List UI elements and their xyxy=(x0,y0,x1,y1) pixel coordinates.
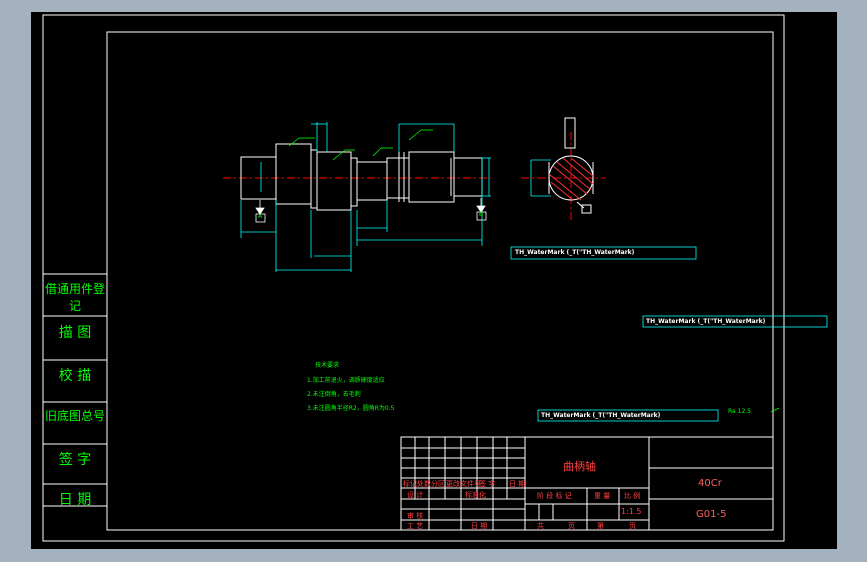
tech-note-item: 3.未注圆角半径R2，圆角R为0.5 xyxy=(307,405,395,412)
watermark-boxes xyxy=(510,246,828,422)
rev-header-zone: 分区 xyxy=(431,480,445,488)
rev-header-date: 日 期 xyxy=(509,480,526,488)
ratio-label: 比 例 xyxy=(624,492,641,500)
rev-header-count: 处数 xyxy=(417,480,431,488)
leader-lines xyxy=(288,129,780,413)
tech-note-item: 2.未注倒角，去毛刺 xyxy=(307,391,361,398)
side-label-check: 校 描 xyxy=(58,368,92,384)
drawing-number: G01-5 xyxy=(696,509,727,520)
side-label-registration: 借通用件登记 xyxy=(44,282,105,313)
tech-note-item: 1.加工前退火，调质硬度适应 xyxy=(307,377,385,384)
rev-header-sign: 签 字 xyxy=(479,480,496,488)
date-label: 日 期 xyxy=(471,522,488,530)
material-label: 40Cr xyxy=(698,478,722,489)
datum-label-a: A xyxy=(258,213,263,220)
side-label-old-number: 旧底图总号 xyxy=(44,409,105,423)
process-label: 工 艺 xyxy=(407,522,424,530)
surface-roughness-note: Ra 12.5 xyxy=(728,408,751,415)
standardize-label: 标准化 xyxy=(465,491,486,499)
drawing-canvas[interactable]: 借通用件登记 描 图 校 描 旧底图总号 签 字 日 期 技术要求 1.加工前退… xyxy=(31,12,837,549)
sheet-page-label: 页 xyxy=(629,522,636,530)
sheet-no-label: 第 xyxy=(597,522,604,530)
watermark-text: TH_WaterMark (_T("TH_WaterMark) xyxy=(515,249,635,256)
cad-drawing xyxy=(42,14,828,542)
side-label-drawing: 描 图 xyxy=(58,325,92,341)
inner-frame xyxy=(106,31,774,531)
scale-value: 1:1.5 xyxy=(621,507,642,516)
review-label: 审 核 xyxy=(407,512,424,520)
sheet-of-label: 页 xyxy=(568,522,575,530)
datum-label-b: B xyxy=(479,211,484,218)
outer-frame xyxy=(42,14,785,542)
tech-notes-title: 技术要求 xyxy=(315,362,340,369)
rev-header-file: 更改文件号 xyxy=(446,480,481,488)
rev-header-mark: 标记 xyxy=(403,480,417,488)
watermark-text: TH_WaterMark (_T("TH_WaterMark) xyxy=(541,412,661,419)
total-label: 共 xyxy=(537,522,544,530)
side-label-signature: 签 字 xyxy=(58,452,92,468)
watermark-text: TH_WaterMark (_T("TH_WaterMark) xyxy=(646,318,766,325)
weight-label: 重 量 xyxy=(594,492,611,500)
part-name: 曲柄轴 xyxy=(563,460,596,473)
stage-mark-label: 阶 段 标 记 xyxy=(537,492,572,500)
side-label-date: 日 期 xyxy=(58,492,92,508)
shaft-outline xyxy=(240,143,483,211)
design-label: 设 计 xyxy=(407,491,424,499)
